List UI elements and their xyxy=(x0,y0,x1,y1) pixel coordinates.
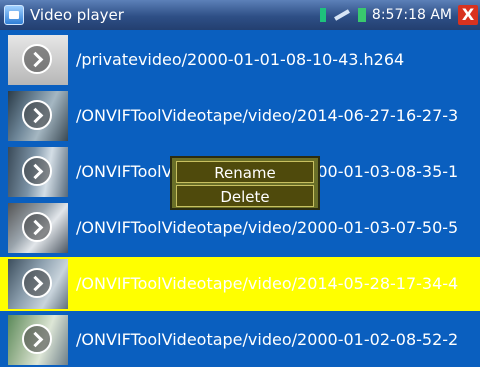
play-icon[interactable] xyxy=(22,44,52,74)
video-thumbnail xyxy=(8,315,68,365)
window-title: Video player xyxy=(30,6,124,24)
context-menu: Rename Delete xyxy=(170,156,320,210)
video-thumbnail xyxy=(8,147,68,197)
play-icon[interactable] xyxy=(22,212,52,242)
delete-menu-item[interactable]: Delete xyxy=(176,185,314,207)
video-row[interactable]: /privatevideo/2000-01-01-08-10-43.h264 xyxy=(0,33,480,87)
video-thumbnail xyxy=(8,91,68,141)
video-row[interactable]: /ONVIFToolVideotape/video/2014-06-27-16-… xyxy=(0,89,480,143)
sim-icon xyxy=(319,8,326,22)
video-thumbnail xyxy=(8,35,68,85)
file-name: /ONVIFToolVideotape/video/2000-01-02-08-… xyxy=(76,330,459,349)
video-thumbnail xyxy=(8,203,68,253)
rename-menu-item[interactable]: Rename xyxy=(176,161,314,183)
play-icon[interactable] xyxy=(22,324,52,354)
play-icon[interactable] xyxy=(22,268,52,298)
title-bar: Video player 8:57:18 AM X xyxy=(0,0,480,30)
video-thumbnail xyxy=(8,259,68,309)
file-name: /ONVIFToolVideotape/video/2014-05-28-17-… xyxy=(76,274,459,293)
app-icon xyxy=(4,5,24,25)
play-icon[interactable] xyxy=(22,100,52,130)
video-row[interactable]: /ONVIFToolVideotape/video/2000-01-02-08-… xyxy=(0,313,480,367)
video-row-selected[interactable]: /ONVIFToolVideotape/video/2014-05-28-17-… xyxy=(0,257,480,311)
clock: 8:57:18 AM xyxy=(371,7,452,23)
battery-icon xyxy=(357,8,366,22)
file-name: /ONVIFToolVideotape/video/2014-06-27-16-… xyxy=(76,106,459,125)
file-name: /privatevideo/2000-01-01-08-10-43.h264 xyxy=(76,50,405,69)
usb-icon xyxy=(334,9,350,21)
close-icon[interactable]: X xyxy=(458,5,478,25)
status-area: 8:57:18 AM X xyxy=(319,0,480,30)
play-icon[interactable] xyxy=(22,156,52,186)
